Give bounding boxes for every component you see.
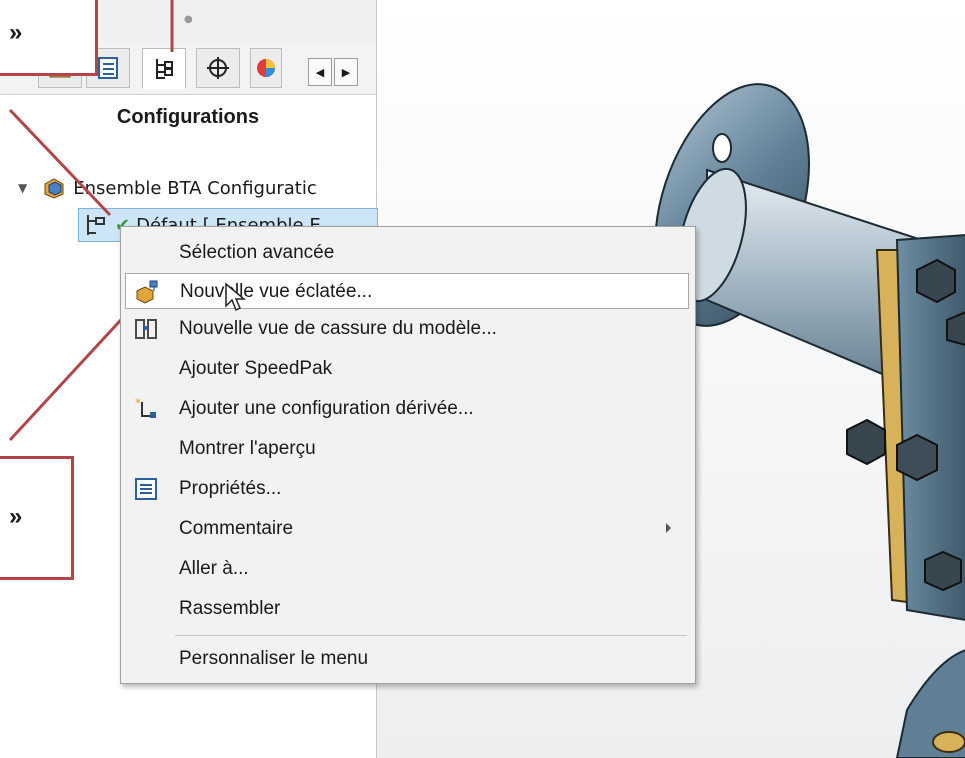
menu-item-label: Rassembler (179, 598, 281, 619)
submenu-arrow-icon (666, 523, 671, 533)
tab-scroll-right-button[interactable]: ▶ (334, 58, 358, 86)
model-break-view-icon (133, 316, 159, 342)
menu-item-label: Ajouter SpeedPak (179, 358, 333, 379)
tab-display-manager[interactable] (250, 48, 282, 88)
menu-item-label: Aller à... (179, 558, 249, 579)
menu-item-label: Montrer l'aperçu (179, 438, 316, 459)
callout-text-bottom: » (9, 503, 23, 530)
tree-item-assembly[interactable]: ▼ Ensemble BTA Configuratic (18, 172, 376, 204)
menu-item-add-derived-configuration[interactable]: * Ajouter une configuration dérivée... (125, 391, 689, 427)
grip-dot-icon: ● (184, 14, 193, 25)
callout-text-top: » (9, 19, 23, 46)
menu-item-properties[interactable]: Propriétés... (125, 471, 689, 507)
properties-icon (133, 476, 159, 502)
tab-scroll-left-button[interactable]: ◀ (308, 58, 332, 86)
menu-item-label: Personnaliser le menu (179, 648, 369, 669)
expand-arrow-icon[interactable]: ▼ (18, 181, 27, 195)
tree-item-assembly-label: Ensemble BTA Configuratic (73, 177, 317, 199)
menu-item-customize-menu[interactable]: Personnaliser le menu (125, 641, 689, 677)
menu-item-new-exploded-view[interactable]: Nouvelle vue éclatée... (125, 273, 689, 309)
tab-configuration-manager[interactable] (142, 48, 186, 89)
configuration-manager-icon (156, 58, 173, 79)
panel-title: Configurations (116, 106, 260, 128)
menu-item-new-model-break-view[interactable]: Nouvelle vue de cassure du modèle... (125, 311, 689, 347)
tab-dimxpert[interactable] (196, 48, 240, 88)
triangle-left-icon: ◀ (315, 65, 325, 79)
menu-item-add-speedpak[interactable]: Ajouter SpeedPak (125, 351, 689, 387)
menu-item-label: Nouvelle vue de cassure du modèle... (179, 318, 497, 339)
triangle-right-icon: ▶ (341, 65, 351, 79)
annotation-callout-bottom: » (0, 456, 74, 580)
menu-item-label: Sélection avancée (179, 242, 335, 263)
derived-configuration-icon: * (133, 396, 159, 422)
menu-separator (175, 635, 687, 636)
menu-item-collect[interactable]: Rassembler (125, 591, 689, 627)
assembly-icon (44, 178, 64, 199)
menu-item-advanced-selection[interactable]: Sélection avancée (125, 235, 689, 271)
menu-item-label: Ajouter une configuration dérivée... (179, 398, 474, 419)
menu-item-go-to[interactable]: Aller à... (125, 551, 689, 587)
svg-text:*: * (135, 396, 141, 410)
mouse-cursor-icon (225, 282, 246, 312)
menu-item-label: Commentaire (179, 518, 294, 539)
dimxpert-icon (207, 57, 229, 79)
exploded-view-icon (134, 279, 160, 305)
configuration-icon (87, 215, 105, 235)
menu-item-label: Nouvelle vue éclatée... (180, 281, 373, 302)
context-menu: Sélection avancée Nouvelle vue éclatée..… (120, 226, 696, 684)
menu-item-comment[interactable]: Commentaire (125, 511, 689, 547)
property-manager-icon (98, 57, 118, 79)
display-manager-icon (257, 59, 275, 77)
menu-item-label: Propriétés... (179, 478, 282, 499)
menu-item-show-preview[interactable]: Montrer l'aperçu (125, 431, 689, 467)
annotation-callout-top: » (0, 0, 98, 76)
